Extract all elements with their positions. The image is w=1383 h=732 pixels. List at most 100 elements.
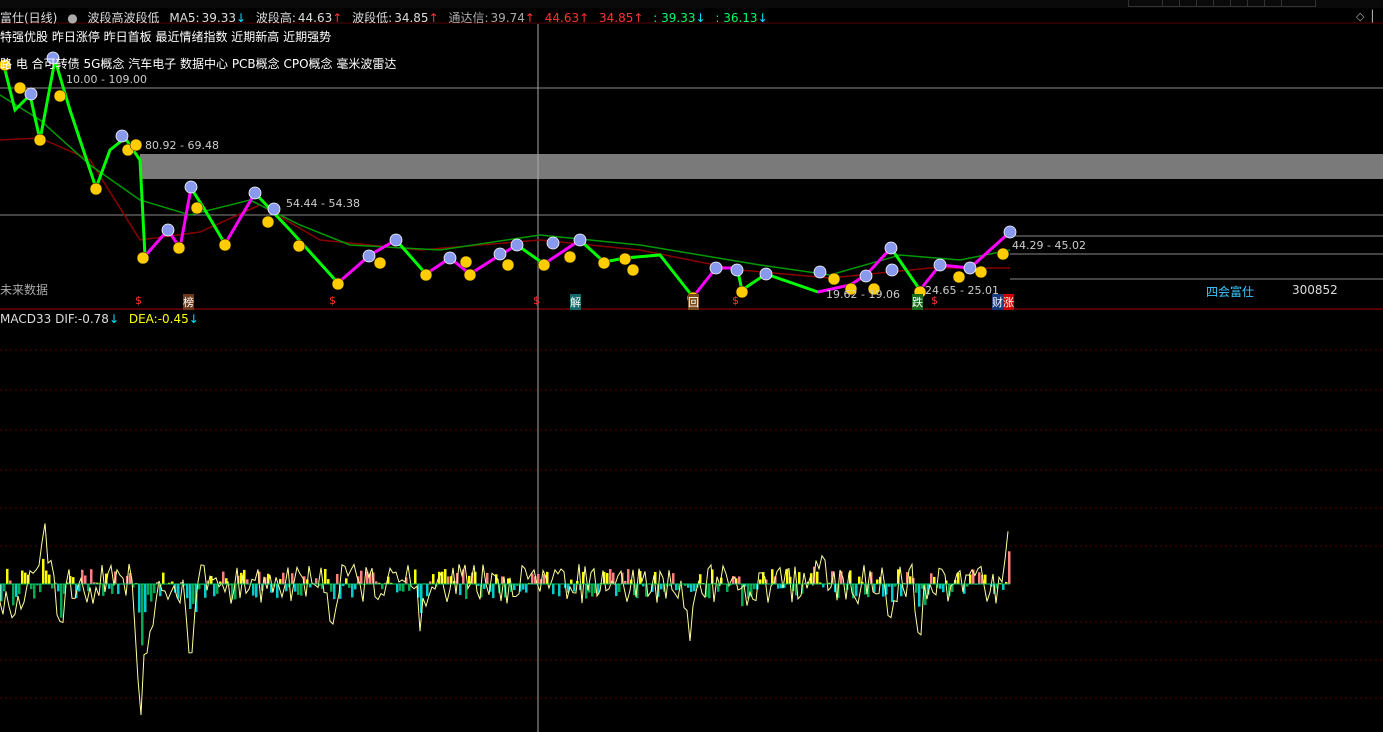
macd-bar (84, 575, 87, 584)
macd-bar (627, 569, 630, 584)
signal-s-marker[interactable]: $ (931, 294, 938, 307)
diamond-icon[interactable]: ◇ (1356, 10, 1364, 23)
macd-bar (18, 584, 21, 595)
signal-s-marker[interactable]: $ (732, 294, 739, 307)
chart-canvas[interactable] (0, 0, 1383, 732)
macd-bar (381, 584, 384, 590)
hui-marker[interactable]: 回 (688, 294, 699, 310)
macd-bar (930, 573, 933, 584)
level-label: 44.29 - 45.02 (1012, 239, 1086, 252)
macd-bar (771, 569, 774, 584)
indicator-name[interactable]: 波段高波段低 (88, 11, 160, 25)
macd-bar (348, 584, 351, 588)
signal-s-marker[interactable]: $ (533, 294, 540, 307)
macd-bar (45, 570, 48, 584)
macd-bar (933, 576, 936, 584)
down-arrow-icon: ↓ (235, 11, 247, 25)
dea-label: DEA: (128, 312, 158, 326)
macd-bar (252, 584, 255, 596)
macd-bar (531, 573, 534, 584)
wave-low-value: 34.85 (394, 11, 429, 25)
macd-bar (51, 584, 54, 589)
macd-bar (138, 584, 141, 613)
macd-bar (552, 584, 555, 595)
price-band (140, 154, 1383, 179)
macd-bar (177, 584, 180, 599)
macd-bar (882, 584, 885, 597)
macd-grid (0, 349, 1383, 699)
zhang-marker[interactable]: 涨 (1003, 294, 1014, 310)
die-marker[interactable]: 跌 (912, 294, 923, 310)
level-label: 10.00 - 109.00 (66, 73, 147, 86)
macd-bar (918, 584, 921, 607)
macd-bar (465, 584, 468, 599)
value-3: : 39.33 (653, 11, 696, 25)
macd-name[interactable]: MACD33 (0, 312, 51, 326)
wave-high-value: 44.63 (297, 11, 333, 25)
wave-high-label: 波段高: (255, 11, 296, 25)
macd-bar (39, 584, 42, 593)
macd-bar (345, 578, 348, 584)
macd-bar (141, 584, 144, 646)
macd-bar (6, 568, 9, 584)
macd-bar (315, 578, 318, 584)
macd-bar (333, 584, 336, 600)
macd-bar (3, 584, 6, 592)
macd-bar (162, 572, 165, 584)
macd-bar (609, 569, 612, 584)
up-arrow-icon: ↑ (524, 11, 535, 25)
macd-bar (483, 584, 486, 589)
macd-bar (855, 584, 858, 597)
dropdown-icon[interactable]: ● (67, 11, 77, 25)
macd-bar (726, 584, 729, 593)
close-icon[interactable]: ▏ (1372, 10, 1380, 23)
macd-bar (891, 584, 894, 603)
macd-bar (117, 584, 120, 594)
ma5-value: 39.33 (201, 11, 236, 25)
level-lines (0, 87, 1383, 280)
down-arrow-icon: ↓ (695, 11, 706, 25)
channel-value: 39.74 (490, 11, 525, 25)
macd-bar (147, 584, 150, 595)
macd-bar (300, 584, 303, 596)
macd-bar (30, 584, 33, 590)
value-4: : 36.13 (715, 11, 758, 25)
jie-marker[interactable]: 解 (570, 294, 581, 310)
macd-bar (957, 573, 960, 584)
macd-bar (57, 584, 60, 592)
macd-bar (660, 584, 663, 590)
macd-bar (360, 570, 363, 584)
macd-bar (291, 573, 294, 584)
macd-bar (690, 584, 693, 592)
macd-bar (522, 584, 525, 590)
macd-bar (351, 584, 354, 598)
macd-bar (1008, 551, 1011, 584)
macd-bar (777, 584, 780, 589)
macd-bar (798, 572, 801, 584)
macd-bar (822, 584, 825, 588)
macd-bar (591, 584, 594, 597)
macd-bar (921, 584, 924, 589)
macd-bar (60, 584, 63, 618)
macd-header: MACD33 DIF:-0.78↓ DEA:-0.45↓ (0, 312, 199, 326)
dif-value: -0.78 (77, 312, 109, 326)
macd-bar (537, 574, 540, 584)
stock-name: 四会富仕 (1206, 285, 1255, 299)
bang-marker[interactable]: 榜 (183, 294, 194, 310)
macd-bar (72, 577, 75, 584)
macd-bar (513, 584, 516, 591)
macd-bar (396, 584, 399, 593)
macd-bar (675, 584, 678, 591)
signal-s-marker[interactable]: $ (329, 294, 336, 307)
macd-bar (447, 576, 450, 584)
macd-bar (327, 579, 330, 584)
macd-bar (459, 584, 462, 596)
macd-bar (615, 584, 618, 597)
macd-bar (42, 558, 45, 584)
macd-bar (816, 571, 819, 584)
macd-bar (984, 574, 987, 584)
macd-bar (753, 584, 756, 590)
macd-bar (324, 569, 327, 584)
cai-marker[interactable]: 财 (992, 294, 1003, 310)
signal-s-marker[interactable]: $ (135, 294, 142, 307)
